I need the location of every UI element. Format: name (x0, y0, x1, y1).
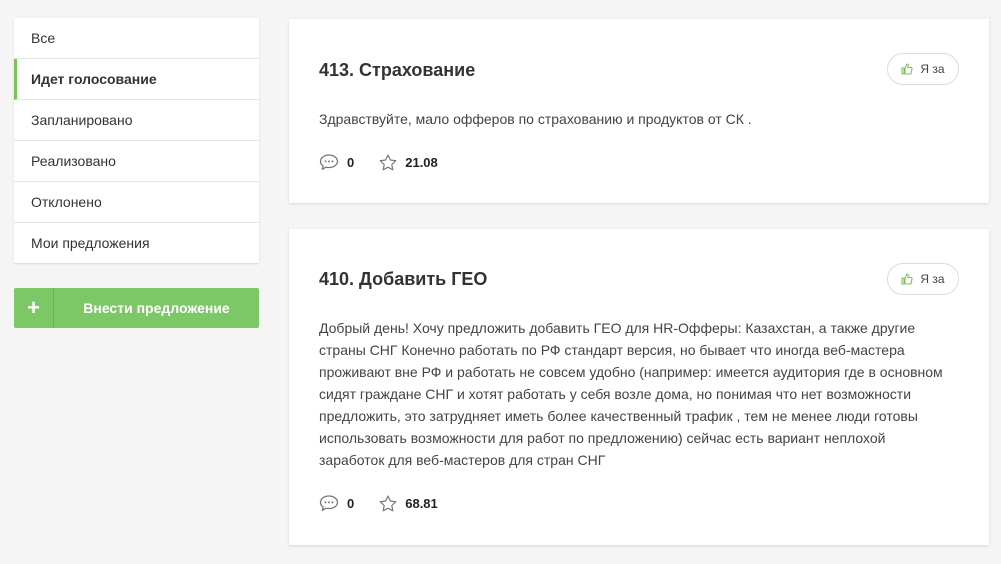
vote-label: Я за (920, 272, 945, 286)
star-icon (379, 494, 397, 511)
rating-value: 21.08 (405, 154, 438, 170)
filter-voting[interactable]: Идет голосование (14, 59, 259, 100)
filter-rejected[interactable]: Отклонено (14, 182, 259, 223)
filter-implemented[interactable]: Реализовано (14, 141, 259, 182)
suggestion-card: 413. Страхование Я за Здравствуйте, мало… (289, 19, 989, 203)
vote-button[interactable]: Я за (887, 53, 959, 85)
rating-value: 68.81 (405, 495, 438, 511)
plus-icon: + (14, 288, 54, 328)
add-suggestion-label: Внести предложение (83, 300, 230, 316)
comments-count-value: 0 (347, 154, 355, 170)
comments-count[interactable]: 0 (319, 494, 354, 512)
sidebar: Все Идет голосование Запланировано Реали… (14, 18, 259, 328)
add-suggestion-button[interactable]: + Внести предложение (14, 288, 259, 328)
filter-my-suggestions[interactable]: Мои предложения (14, 223, 259, 263)
suggestion-meta: 0 21.08 (319, 153, 438, 171)
thumbs-up-icon (901, 273, 913, 285)
vote-button[interactable]: Я за (887, 263, 959, 295)
status-filter-list: Все Идет голосование Запланировано Реали… (14, 18, 259, 263)
vote-label: Я за (920, 62, 945, 76)
filter-planned[interactable]: Запланировано (14, 100, 259, 141)
thumbs-up-icon (901, 63, 913, 75)
suggestion-title: 413. Страхование (319, 60, 476, 80)
comments-count-value: 0 (347, 495, 355, 511)
comment-icon (319, 154, 339, 170)
suggestion-text: Здравствуйте, мало офферов по страховани… (319, 111, 752, 127)
suggestion-meta: 0 68.81 (319, 494, 438, 512)
comments-count[interactable]: 0 (319, 153, 354, 171)
rating: 21.08 (379, 153, 438, 171)
suggestion-card: 410. Добавить ГЕО Я за Добрый день! Хочу… (289, 229, 989, 545)
filter-all[interactable]: Все (14, 18, 259, 59)
star-icon (379, 153, 397, 170)
suggestion-title: 410. Добавить ГЕО (319, 269, 488, 289)
comment-icon (319, 495, 339, 511)
suggestion-text: Добрый день! Хочу предложить добавить ГЕ… (319, 320, 943, 468)
rating: 68.81 (379, 494, 438, 512)
